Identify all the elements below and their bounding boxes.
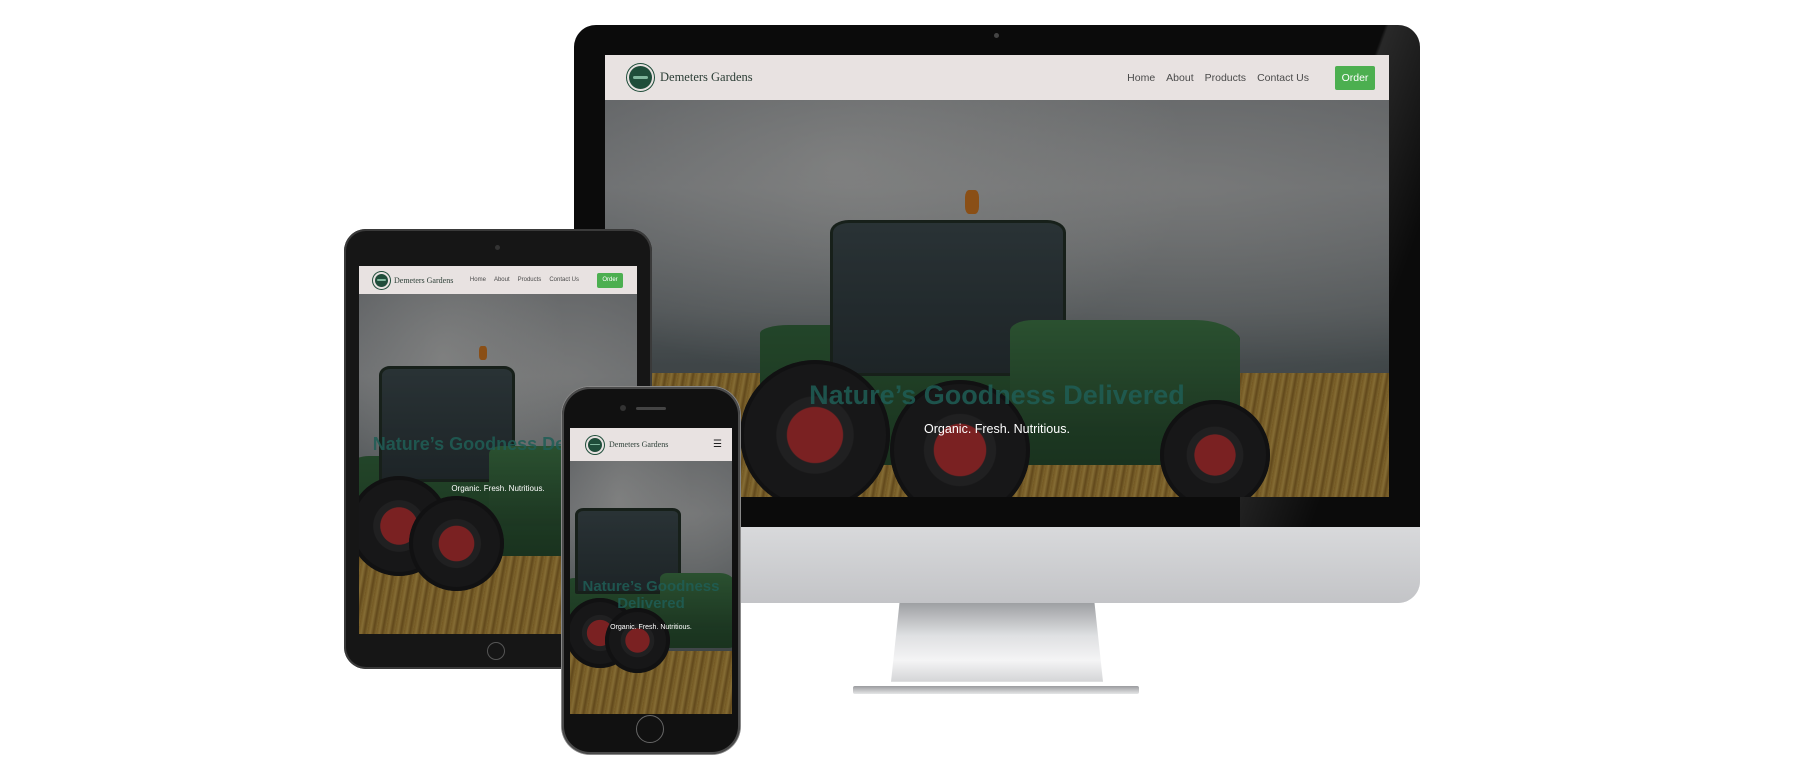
nav-contact-us[interactable]: Contact Us — [549, 277, 579, 283]
hero-title: Nature’s Goodness Delivered — [582, 578, 720, 612]
imac-camera — [994, 33, 999, 38]
imac-stand — [891, 603, 1103, 682]
nav-links: Home About Products Contact Us Order — [1127, 65, 1375, 90]
navbar: Demeters Gardens Home About Products Con… — [359, 266, 637, 294]
iphone-screen: Nature’s Goodness Delivered Organic. Fre… — [570, 428, 732, 714]
hero-overlay — [570, 428, 732, 714]
nav-contact-us[interactable]: Contact Us — [1257, 72, 1309, 84]
hero-subtitle: Organic. Fresh. Nutritious. — [610, 624, 692, 631]
ipad-camera — [495, 245, 500, 250]
logo-icon[interactable] — [586, 435, 604, 454]
navbar: Demeters Gardens ☰ — [570, 428, 732, 461]
brand-name[interactable]: Demeters Gardens — [394, 276, 453, 285]
iphone-camera — [620, 405, 626, 411]
hamburger-menu-icon[interactable]: ☰ — [713, 439, 722, 450]
iphone-home-button — [636, 715, 664, 743]
nav-products[interactable]: Products — [518, 277, 542, 283]
logo-icon[interactable] — [373, 271, 390, 289]
hero-section: Nature’s Goodness Delivered Organic. Fre… — [570, 428, 732, 714]
nav-home[interactable]: Home — [470, 277, 486, 283]
iphone-speaker — [636, 407, 666, 410]
logo-icon[interactable] — [627, 64, 654, 91]
navbar: Demeters Gardens Home About Products Con… — [605, 55, 1389, 100]
nav-links: Home About Products Contact Us Order — [470, 272, 623, 288]
imac-stand-foot — [853, 686, 1139, 694]
nav-about[interactable]: About — [494, 277, 510, 283]
apple-logo-icon — [977, 565, 1013, 603]
brand-name[interactable]: Demeters Gardens — [660, 70, 753, 85]
nav-home[interactable]: Home — [1127, 72, 1155, 84]
ipad-home-button — [487, 642, 505, 660]
nav-about[interactable]: About — [1166, 72, 1193, 84]
order-button[interactable]: Order — [597, 272, 623, 288]
nav-products[interactable]: Products — [1205, 72, 1246, 84]
order-button[interactable]: Order — [1335, 65, 1375, 90]
brand-name[interactable]: Demeters Gardens — [609, 440, 668, 449]
